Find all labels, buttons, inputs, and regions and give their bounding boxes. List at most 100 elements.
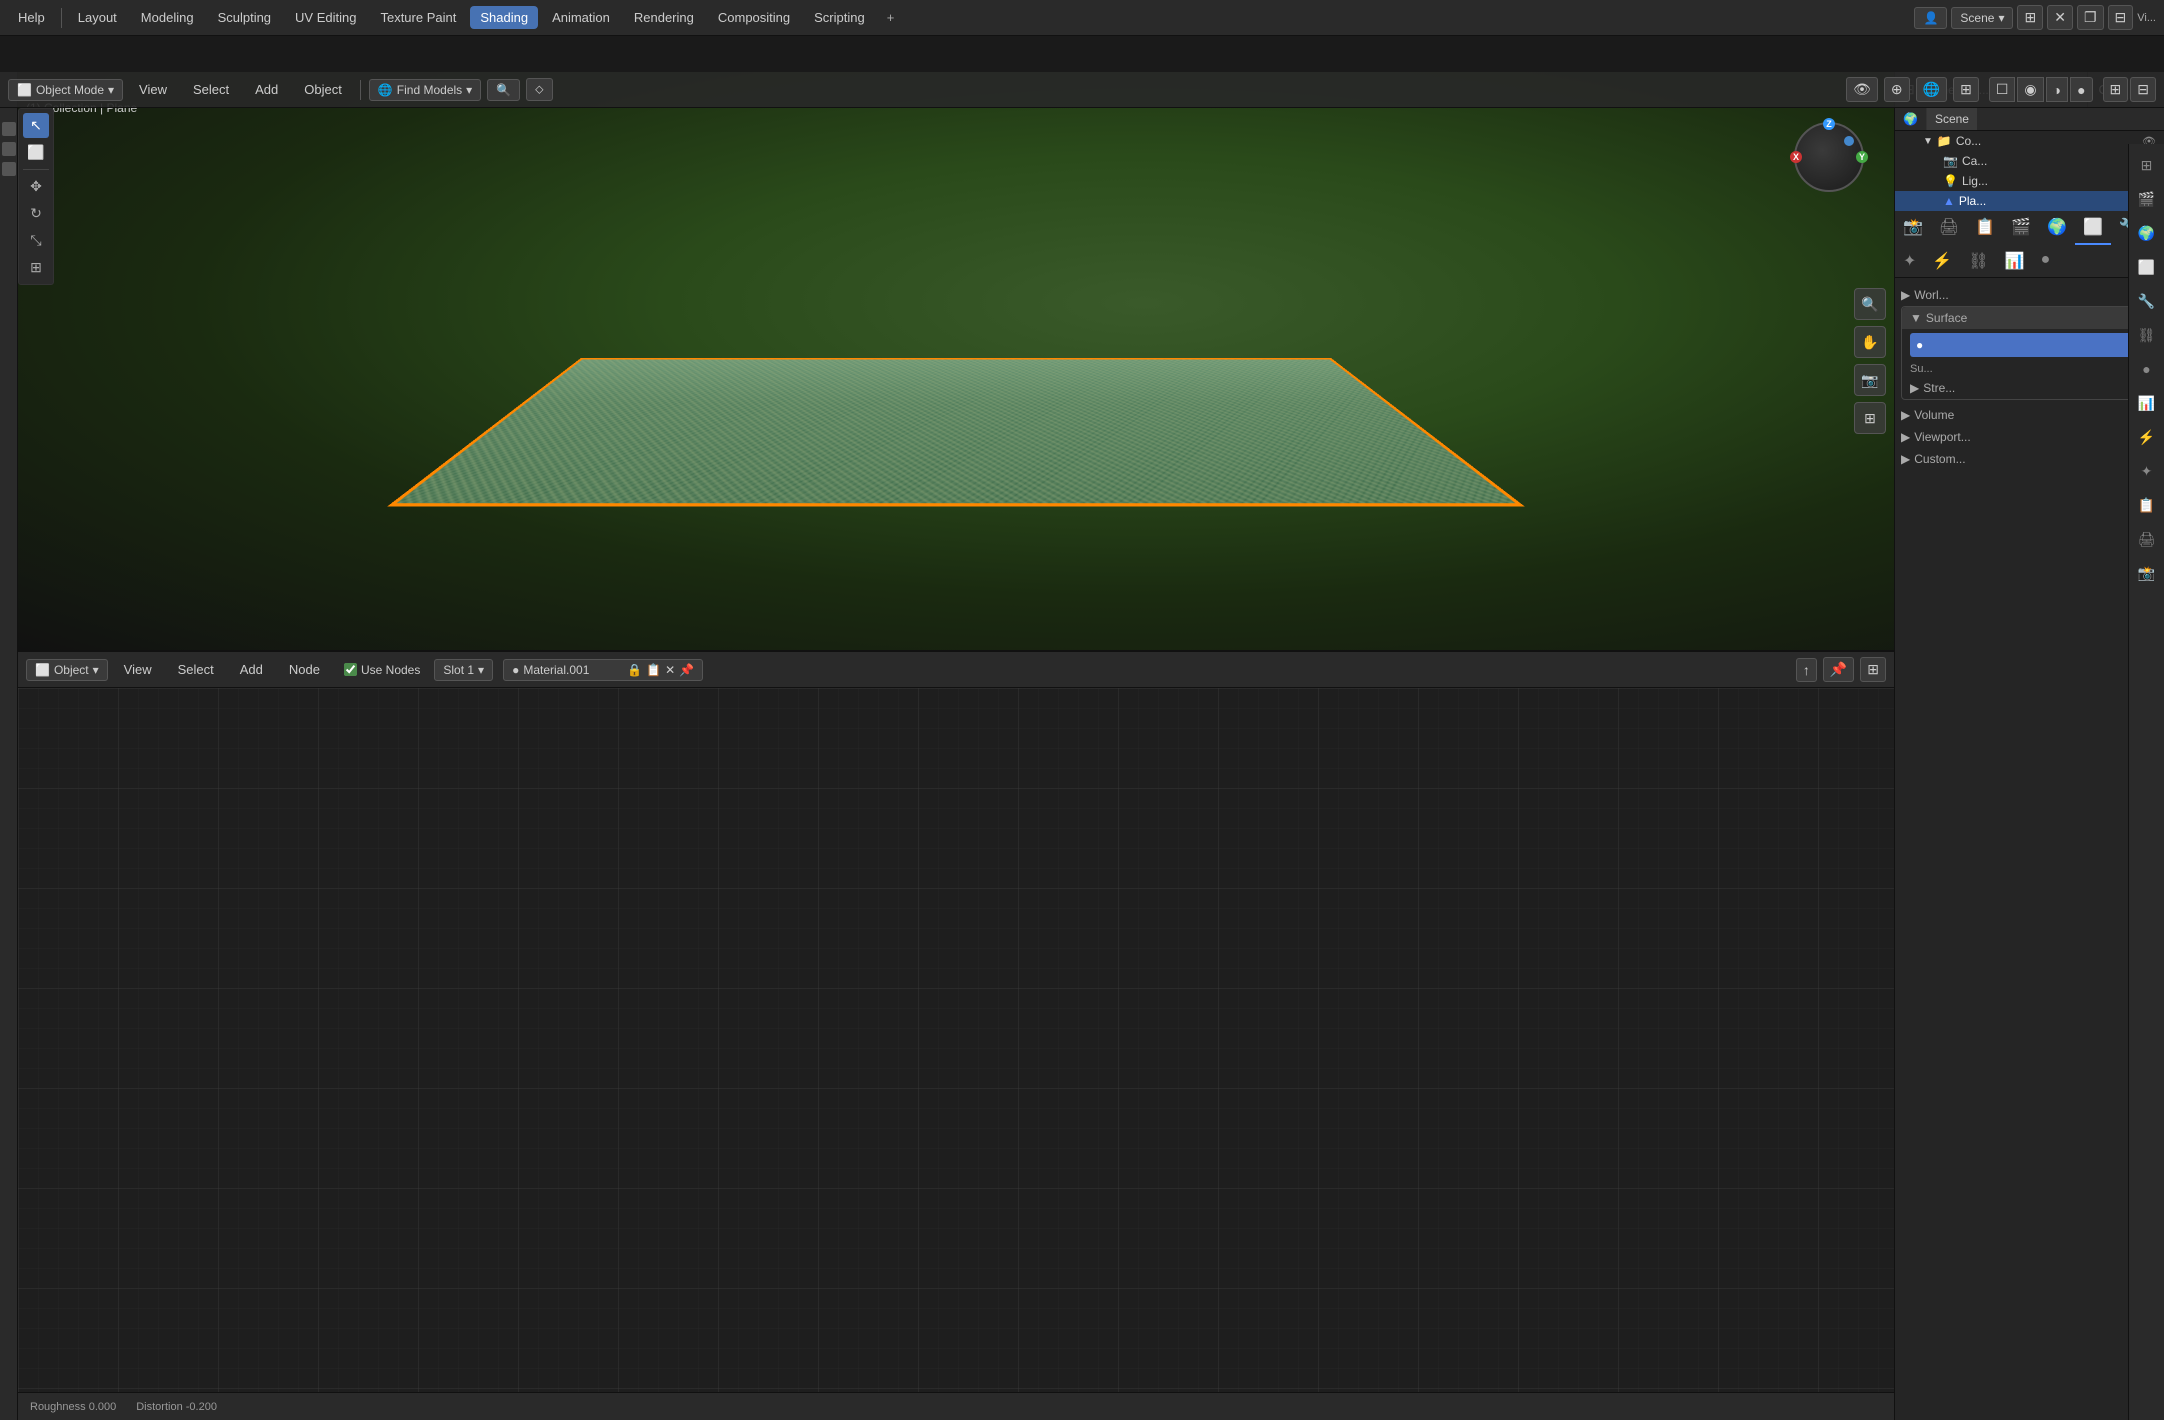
viewport-extra-1[interactable]: ⊞ [2103,77,2129,102]
strip-icon-5[interactable]: 🔧 [2134,288,2160,314]
tree-light-item[interactable]: 💡 Lig... 👁 [1895,171,2164,191]
surface-section-header[interactable]: ▼ Surface [1902,307,2157,329]
menu-scripting[interactable]: Scripting [804,6,875,29]
node-editor-up-button[interactable]: ↑ [1796,658,1817,682]
menu-uv-editing[interactable]: UV Editing [285,6,366,29]
strip-icon-6[interactable]: ⛓ [2134,322,2160,348]
viewport-object-menu[interactable]: Object [294,78,352,101]
strip-icon-13[interactable]: 📸 [2134,560,2160,586]
strip-icon-4[interactable]: ⬜ [2134,254,2160,280]
world-tab-icon[interactable]: 🌍 [1895,108,1927,130]
viewport-snap-button[interactable]: 🌐 [1916,77,1947,102]
node-editor-layout-button[interactable]: ⊞ [1860,657,1886,682]
slot-selector[interactable]: Slot 1 ▾ [434,659,493,681]
viewport-section[interactable]: ▶ Viewport... [1901,426,2158,448]
node-editor-pin-button[interactable]: 📌 [1823,657,1854,682]
camera-view-button[interactable]: 📷 [1854,364,1886,396]
menu-texture-paint[interactable]: Texture Paint [370,6,466,29]
wireframe-mode-button[interactable]: ☐ [1989,77,2016,102]
custom-section[interactable]: ▶ Custom... [1901,448,2158,470]
volume-section[interactable]: ▶ Volume [1901,404,2158,426]
view-layer-props-icon[interactable]: 📋 [1967,211,2003,245]
scene-selector[interactable]: Scene ▾ [1951,7,2013,29]
user-account-button[interactable]: 👤 [1914,7,1947,29]
pan-button[interactable]: ✋ [1854,326,1886,358]
grid-button[interactable]: ⊞ [1854,402,1886,434]
scene-props-icon[interactable]: 🎬 [2003,211,2039,245]
node-node-menu[interactable]: Node [279,658,330,681]
3d-viewport[interactable]: User Perspective (1) Collection | Plane … [18,72,1894,652]
menu-plus[interactable]: + [879,6,903,29]
object-data-props-icon[interactable]: ⬜ [2075,211,2111,245]
physics-props-icon[interactable]: ⚡ [1924,245,1960,277]
active-material-bar[interactable]: ● [1910,333,2149,357]
scene-tab[interactable]: Scene [1927,108,1977,130]
menu-help[interactable]: Help [8,6,55,29]
restore-button[interactable]: ❐ [2077,5,2104,30]
object-data-2-icon[interactable]: 📊 [1997,245,2033,277]
nav-x-axis[interactable]: X [1790,151,1802,163]
solid-mode-button[interactable]: ◉ [2017,77,2043,102]
nav-z-axis[interactable]: Z [1823,118,1835,130]
nav-persp-dot[interactable] [1844,136,1854,146]
tool-btn-3[interactable] [2,162,16,176]
strip-icon-12[interactable]: 🖨 [2134,526,2160,552]
scale-tool[interactable]: ⤡ [23,228,49,253]
material-props-icon[interactable]: ● [2033,245,2059,277]
tool-btn-2[interactable] [2,142,16,156]
strip-icon-3[interactable]: 🌍 [2134,220,2160,246]
strip-icon-2[interactable]: 🎬 [2134,186,2160,212]
menu-rendering[interactable]: Rendering [624,6,704,29]
use-nodes-checkbox[interactable] [344,663,357,676]
node-select-menu[interactable]: Select [168,658,224,681]
strip-icon-10[interactable]: ✦ [2134,458,2160,484]
rotate-tool[interactable]: ↻ [23,201,49,226]
strip-icon-11[interactable]: 📋 [2134,492,2160,518]
menu-modeling[interactable]: Modeling [131,6,204,29]
tree-plane-item[interactable]: ▲ Pla... 👁 [1895,191,2164,211]
output-props-icon[interactable]: 🖨 [1931,211,1967,245]
zoom-in-button[interactable]: 🔍 [1854,288,1886,320]
menu-layout[interactable]: Layout [68,6,127,29]
box-select-tool[interactable]: ⬜ [23,140,49,165]
node-editor-object-type[interactable]: ⬜ Object ▾ [26,659,108,681]
find-models-dropdown[interactable]: 🌐 Find Models ▾ [369,79,481,101]
tree-camera-item[interactable]: 📷 Ca... 👁 [1895,151,2164,171]
rendered-mode-button[interactable]: ● [2070,77,2092,102]
stretch-section[interactable]: ▶ Stre... [1902,377,2157,399]
viewport-render-mode-button[interactable]: ⊞ [1953,77,1979,102]
menu-animation[interactable]: Animation [542,6,620,29]
scene-section[interactable]: ▶ Worl... [1901,284,2158,306]
close-window-button[interactable]: ✕ [2047,5,2073,30]
viewport-view-menu[interactable]: View [129,78,177,101]
menu-compositing[interactable]: Compositing [708,6,800,29]
search-viewport-button[interactable]: 🔍 [487,79,520,101]
world-props-icon[interactable]: 🌍 [2039,211,2075,245]
tree-collection-item[interactable]: ▼ 📁 Co... 👁 [1895,131,2164,151]
strip-icon-8[interactable]: 📊 [2134,390,2160,416]
nav-y-axis[interactable]: Y [1856,151,1868,163]
node-editor[interactable]: ⬜ Object ▾ View Select Add Node Use Node… [18,652,1894,1420]
render-props-icon[interactable]: 📸 [1895,211,1931,245]
object-mode-dropdown[interactable]: ⬜ Object Mode ▾ [8,79,123,101]
node-add-menu[interactable]: Add [230,658,273,681]
constraints-props-icon[interactable]: ⛓ [1960,245,1996,277]
tool-btn-1[interactable] [2,122,16,136]
select-tool-button[interactable]: ↖ [23,113,49,138]
viewport-extra-2[interactable]: ⊟ [2130,77,2156,102]
move-tool[interactable]: ✥ [23,174,49,199]
particles-props-icon[interactable]: ✦ [1895,245,1924,277]
menu-sculpting[interactable]: Sculpting [208,6,281,29]
material-close-icon[interactable]: ✕ [665,663,675,677]
su-row[interactable]: Su... [1902,361,2157,377]
material-selector[interactable]: ● Material.001 🔒 📋 ✕ 📌 [503,659,703,681]
transform-tool[interactable]: ⊞ [23,255,49,280]
material-preview-button[interactable]: ◑ [2046,77,2068,102]
menu-shading[interactable]: Shading [470,6,538,29]
fullscreen-button[interactable]: ⊞ [2017,5,2043,30]
node-canvas[interactable]: Principled BSDF BSDF GGX ▾ [18,688,1894,1420]
strip-icon-1[interactable]: ⊞ [2134,152,2160,178]
strip-icon-9[interactable]: ⚡ [2134,424,2160,450]
viewport-overlay-button[interactable]: ⊕ [1884,77,1910,102]
navigation-orb[interactable]: Z X Y [1794,122,1874,202]
